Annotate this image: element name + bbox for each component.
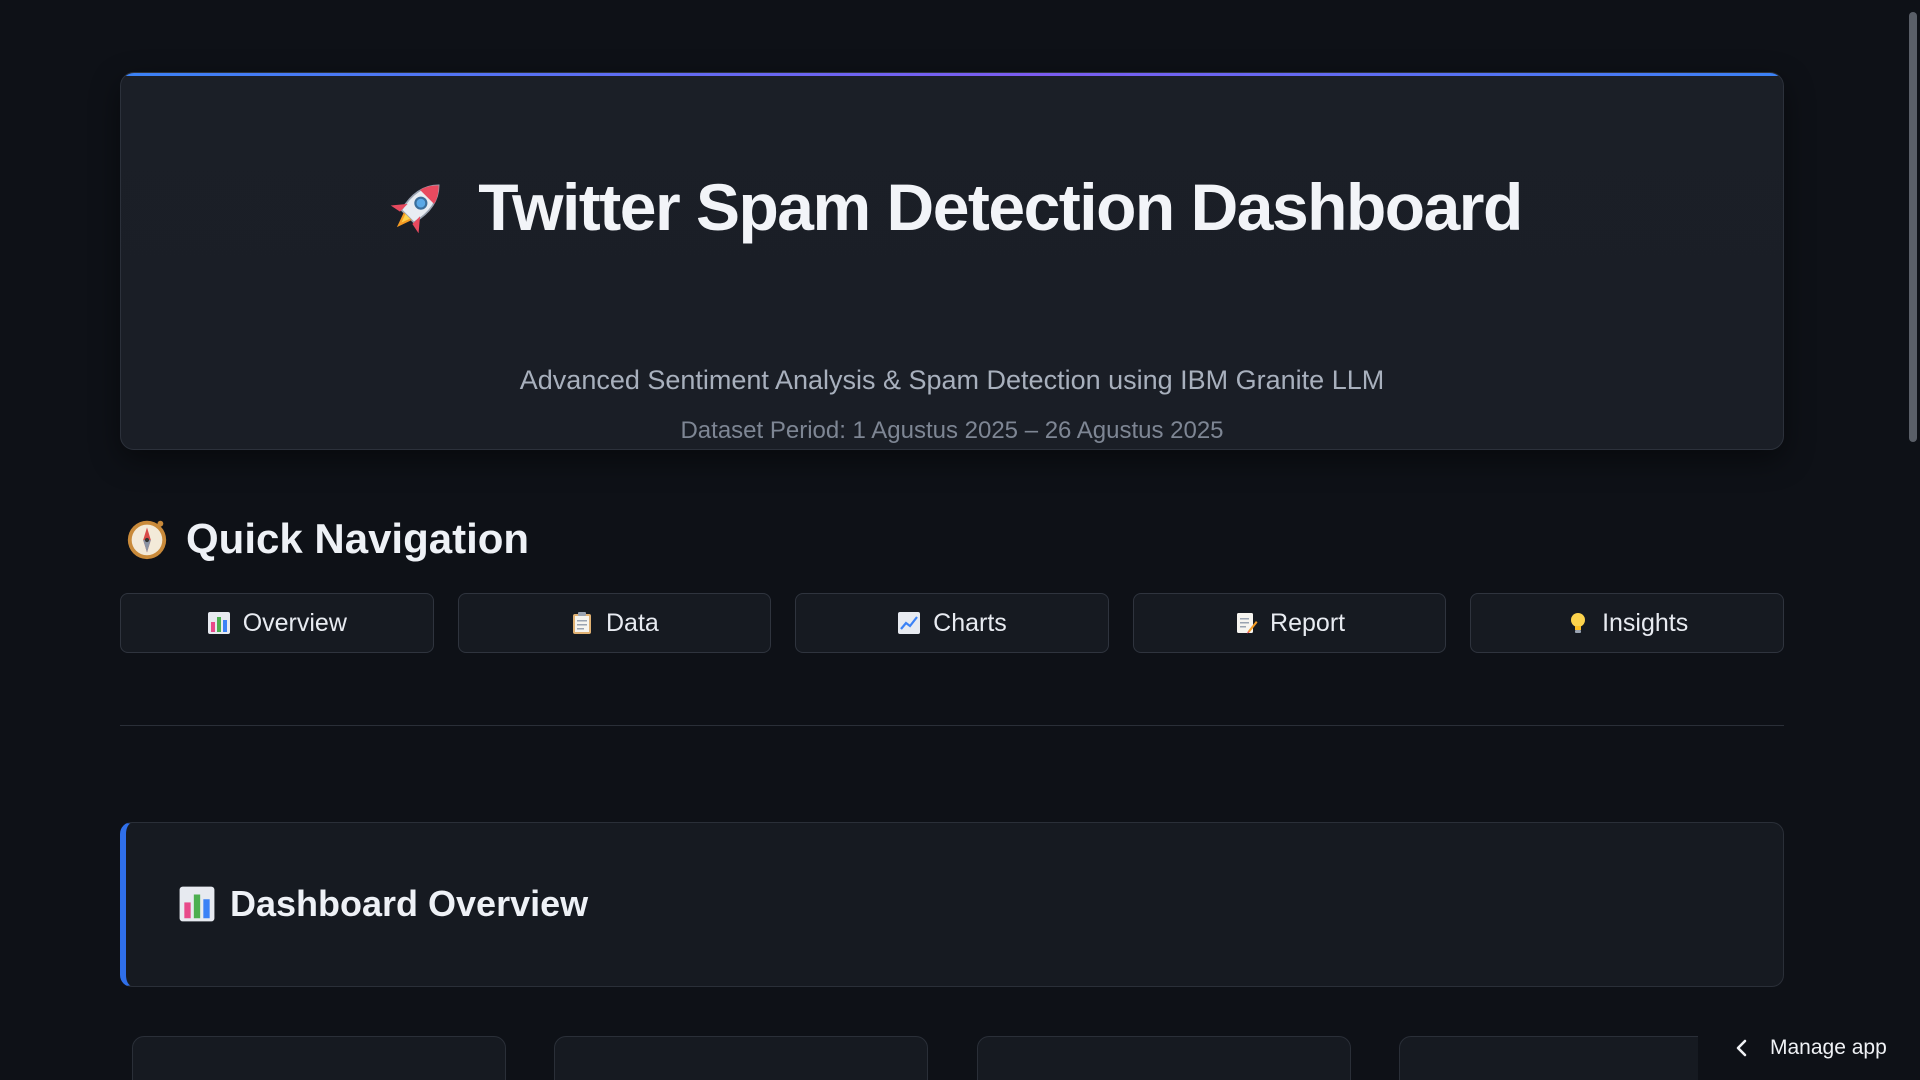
quick-navigation-title: Quick Navigation [186,515,530,562]
report-button[interactable]: Report [1132,593,1447,653]
chevron-left-icon [1734,1038,1748,1058]
insights-button[interactable]: Insights [1470,593,1784,653]
manage-app-label: Manage app [1770,1035,1887,1059]
data-button-label: Data [605,608,659,637]
dashboard-overview-title: Dashboard Overview [230,883,589,924]
page-title-row: Twitter Spam Detection Dashboard [121,169,1783,245]
dashboard-overview-section: Dashboard Overview [120,822,1784,987]
insights-button-label: Insights [1602,608,1689,637]
data-button[interactable]: Data [457,593,772,653]
header-card: Twitter Spam Detection Dashboard Advance… [120,72,1784,450]
memo-icon [1234,611,1258,635]
quick-navigation-buttons: Overview Data Charts Report Insights [120,593,1784,653]
page-title: Twitter Spam Detection Dashboard [478,170,1523,244]
rocket-icon [382,172,452,242]
manage-app-button[interactable]: Manage app [1698,1015,1920,1080]
page-subtitle: Advanced Sentiment Analysis & Spam Detec… [519,365,1385,395]
metric-card [554,1036,928,1080]
section-divider [120,725,1784,726]
bar-chart-icon [178,885,216,923]
quick-navigation-heading: Quick Navigation [124,515,529,563]
report-button-label: Report [1270,608,1346,637]
overview-button-label: Overview [242,608,347,637]
app-page: Twitter Spam Detection Dashboard Advance… [0,0,1920,1080]
light-bulb-icon [1566,611,1590,635]
charts-button[interactable]: Charts [795,593,1109,653]
clipboard-icon [570,611,594,635]
dataset-period: Dataset Period: 1 Agustus 2025 – 26 Agus… [680,417,1224,444]
header-accent-line [121,73,1783,76]
dashboard-overview-heading: Dashboard Overview [178,883,588,925]
overview-button[interactable]: Overview [120,593,434,653]
metric-card [132,1036,506,1080]
scrollbar-thumb[interactable] [1909,12,1917,442]
bar-chart-icon [207,611,231,635]
charts-button-label: Charts [933,608,1007,637]
chart-increasing-icon [897,611,921,635]
scrollbar[interactable] [1906,0,1920,1080]
metric-card [977,1036,1351,1080]
compass-icon [124,516,170,562]
